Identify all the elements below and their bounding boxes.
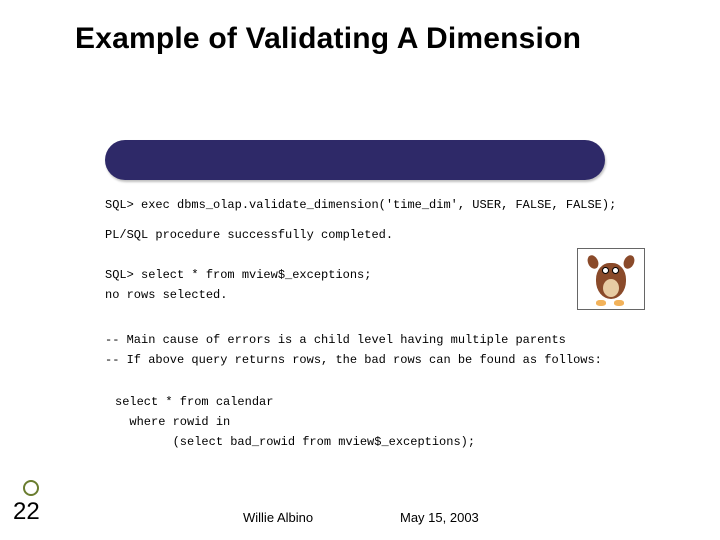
footer-date: May 15, 2003: [400, 510, 479, 525]
slide-title: Example of Validating A Dimension: [75, 22, 581, 56]
slide-number: 22: [13, 498, 40, 526]
bullet-icon: [23, 480, 39, 496]
cartoon-taz-icon: [577, 248, 645, 310]
code-line-select2: select * from calendar where rowid in (s…: [115, 392, 475, 452]
code-line-select1: SQL> select * from mview$_exceptions; no…: [105, 265, 371, 305]
code-line-comments: -- Main cause of errors is a child level…: [105, 330, 602, 370]
code-line-result: PL/SQL procedure successfully completed.: [105, 225, 393, 245]
divider-bar: [105, 140, 605, 180]
code-line-exec: SQL> exec dbms_olap.validate_dimension('…: [105, 195, 616, 215]
slide: Example of Validating A Dimension SQL> e…: [0, 0, 720, 540]
footer-author: Willie Albino: [243, 510, 313, 525]
